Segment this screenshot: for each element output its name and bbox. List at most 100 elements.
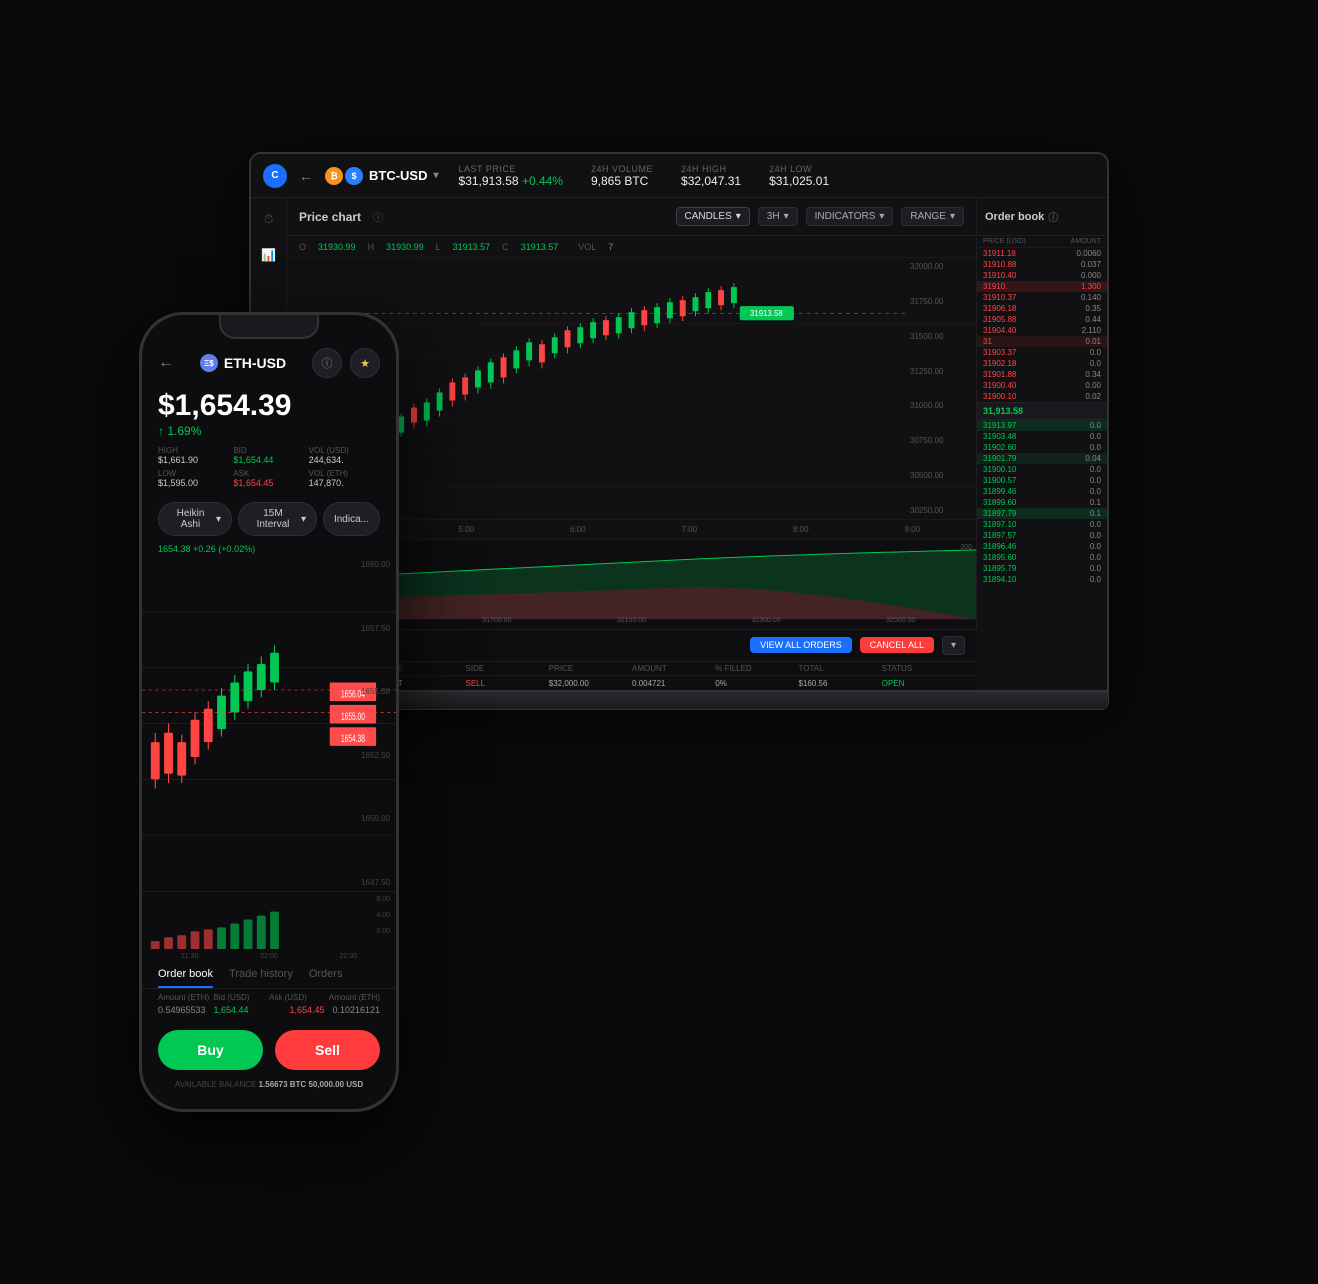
phone-time-labels: 21:30 22:00 22:30: [142, 951, 396, 962]
ob-ask-row[interactable]: 310.01: [977, 336, 1107, 347]
ob-bid-row[interactable]: 31900.100.0: [977, 464, 1107, 475]
buy-button[interactable]: Buy: [158, 1030, 263, 1070]
ob-asks: 31911.180.0060 31910.880.037 31910.400.0…: [977, 248, 1107, 690]
phone-main-price: $1,654.39: [158, 389, 380, 422]
phone-chart-area[interactable]: 1656.04 1655.00 1654.38 1660.00 1657.50 …: [142, 556, 396, 891]
low-value: $31,025.01: [769, 174, 829, 188]
ob-bid-row[interactable]: 31897.100.0: [977, 519, 1107, 530]
phone-ob-ask-price: 1,654.45: [269, 1005, 325, 1015]
phone-ob-row[interactable]: 0.54965533 1,654.44 1,654.45 0.10216121: [158, 1004, 380, 1016]
ob-bid-row[interactable]: 31903.480.0: [977, 431, 1107, 442]
phone-bid-label: BID: [233, 446, 304, 455]
ob-ask-row[interactable]: 31911.180.0060: [977, 248, 1107, 259]
ob-ask-row[interactable]: 31901.880.34: [977, 369, 1107, 380]
ob-bid-row[interactable]: 31897.790.1: [977, 508, 1107, 519]
view-all-orders-button[interactable]: VIEW ALL ORDERS: [750, 637, 852, 653]
price-labels: 32000.00 31750.00 31500.00 31250.00 3100…: [906, 258, 976, 519]
phone-ask-label: ASK: [233, 469, 304, 478]
tab-orders[interactable]: Orders: [309, 962, 343, 988]
ob-ask-row[interactable]: 31906.180.35: [977, 303, 1107, 314]
phone-balance: AVAILABLE BALANCE 1.56673 BTC 50,000.00 …: [142, 1080, 396, 1109]
pair-selector[interactable]: ₿ $ BTC-USD ▾: [325, 167, 439, 185]
phone-controls: Heikin Ashi ▾ 15M Interval ▾ Indica...: [142, 496, 396, 542]
ob-info-icon[interactable]: ⓘ: [1048, 209, 1058, 224]
range-button[interactable]: RANGE ▾: [901, 207, 964, 226]
high-value: $32,047.31: [681, 174, 741, 188]
back-button[interactable]: ←: [299, 168, 313, 184]
chart-info-icon[interactable]: ⓘ: [373, 209, 383, 224]
ob-ask-row[interactable]: 31904.402.110: [977, 325, 1107, 336]
chart-type-button[interactable]: Heikin Ashi ▾: [158, 502, 232, 536]
btc-icon: ₿: [325, 167, 343, 185]
phone-vol-usd-label: VOL (USD): [309, 446, 380, 455]
interval-button[interactable]: 3H ▾: [758, 207, 798, 226]
col-amount: AMOUNT: [632, 664, 715, 673]
ob-bid-row[interactable]: 31895.600.0: [977, 552, 1107, 563]
ob-bid-row[interactable]: 31902.600.0: [977, 442, 1107, 453]
phone-ob-col-ask: Ask (USD): [269, 993, 325, 1002]
phone-topbar: ← Ξ$ ETH-USD ⓘ ★: [142, 341, 396, 385]
phone-vol-usd-value: 244,634.: [309, 455, 380, 465]
phone-pair-label: Ξ$ ETH-USD: [174, 354, 312, 372]
phone-bottom-buttons: Buy Sell: [142, 1020, 396, 1080]
chart-icon[interactable]: 📊: [258, 244, 280, 266]
ohlc-low: 31913.57: [453, 242, 491, 252]
volume-label: 24H VOLUME: [591, 164, 653, 174]
ob-ask-row[interactable]: 31910.400.000: [977, 270, 1107, 281]
ob-bid-row[interactable]: 31899.460.0: [977, 486, 1107, 497]
phone-price-section: $1,654.39 ↑ 1.69%: [142, 385, 396, 438]
phone-high-label: HIGH: [158, 446, 229, 455]
ob-ask-row[interactable]: 31910.370.140: [977, 292, 1107, 303]
phone-bid-value: $1,654.44: [233, 455, 304, 465]
ob-bid-row[interactable]: 31897.570.0: [977, 530, 1107, 541]
phone-chart-ohlc: 1654.38 +0.26 (+0.02%): [142, 542, 396, 556]
ob-bid-row[interactable]: 31900.570.0: [977, 475, 1107, 486]
ob-bid-row[interactable]: 31895.790.0: [977, 563, 1107, 574]
volume-value: 9,865 BTC: [591, 174, 653, 188]
phone-high-value: $1,661.90: [158, 455, 229, 465]
ob-ask-row[interactable]: 31900.400.00: [977, 380, 1107, 391]
ob-ask-row[interactable]: 31903.370.0: [977, 347, 1107, 358]
interval-button[interactable]: 15M Interval ▾: [238, 502, 317, 536]
sell-button[interactable]: Sell: [275, 1030, 380, 1070]
ob-bid-row[interactable]: 31896.460.0: [977, 541, 1107, 552]
ob-bid-row[interactable]: 31899.600.1: [977, 497, 1107, 508]
col-total: TOTAL: [799, 664, 882, 673]
ob-bid-row[interactable]: 31901.790.04: [977, 453, 1107, 464]
indicators-button[interactable]: INDICATORS ▾: [806, 207, 894, 226]
phone-vol-eth-value: 147,870.: [309, 478, 380, 488]
col-price: PRICE: [549, 664, 632, 673]
ticker-stats: LAST PRICE $31,913.58 +0.44% 24H VOLUME …: [459, 164, 830, 188]
orders-dropdown-button[interactable]: ▾: [942, 636, 965, 655]
indicators-button[interactable]: Indica...: [323, 502, 380, 536]
phone-ob-col-bid: Bid (USD): [214, 993, 270, 1002]
ob-ask-row[interactable]: 31910.880.037: [977, 259, 1107, 270]
phone-info-button[interactable]: ⓘ: [312, 348, 342, 378]
usd-icon: $: [345, 167, 363, 185]
ob-bid-row[interactable]: 31894.100.0: [977, 574, 1107, 585]
phone-ob-bid-price: 1,654.44: [214, 1005, 270, 1015]
tab-trade-history[interactable]: Trade history: [229, 962, 293, 988]
phone: ← Ξ$ ETH-USD ⓘ ★ $1,654.39 ↑ 1.69% HIGH: [139, 312, 399, 1112]
clock-icon[interactable]: ⏱: [258, 208, 280, 230]
ob-ask-row[interactable]: 31900.100.02: [977, 391, 1107, 402]
cancel-all-button[interactable]: CANCEL ALL: [860, 637, 934, 653]
ob-spread-separator: 31,913.58: [977, 402, 1107, 420]
phone-tabs: Order book Trade history Orders: [142, 962, 396, 989]
ohlc-vol: 7: [608, 242, 613, 252]
svg-text:31913.58: 31913.58: [750, 309, 783, 318]
phone-favorite-button[interactable]: ★: [350, 348, 380, 378]
laptop-topbar: C ← ₿ $ BTC-USD ▾ LAST PRICE: [251, 154, 1107, 198]
ob-ask-row[interactable]: 31910.1.300: [977, 281, 1107, 292]
exchange-logo[interactable]: C: [263, 164, 287, 188]
ob-ask-row[interactable]: 31905.880.44: [977, 314, 1107, 325]
ob-ask-row[interactable]: 31902.180.0: [977, 358, 1107, 369]
phone-back-button[interactable]: ←: [158, 354, 174, 372]
chart-ohlc: O 31930.99 H 31930.99 L 31913.57 C 31913…: [287, 236, 976, 258]
ob-bid-row[interactable]: 31913.970.0: [977, 420, 1107, 431]
col-filled: % FILLED: [715, 664, 798, 673]
candles-button[interactable]: CANDLES ▾: [676, 207, 750, 226]
phone-vol-eth-label: VOL (ETH): [309, 469, 380, 478]
tab-order-book[interactable]: Order book: [158, 962, 213, 988]
phone-ob-col-amount-eth: Amount (ETH): [158, 993, 214, 1002]
